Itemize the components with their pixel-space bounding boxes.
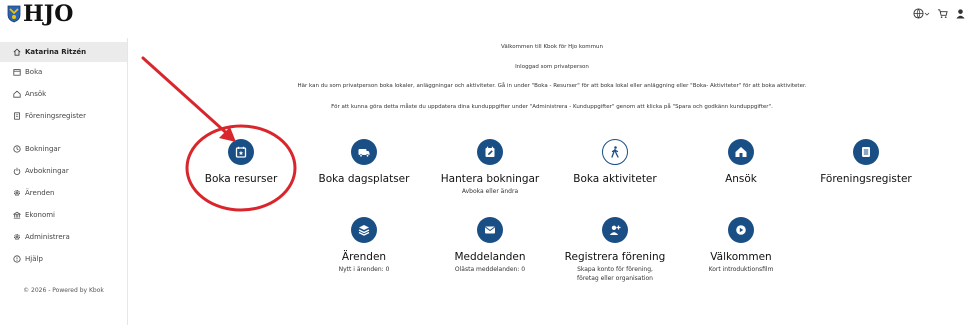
sidebar-item-foreningsregister[interactable]: Föreningsregister — [0, 106, 127, 126]
login-status: Inloggad som privatperson — [515, 64, 589, 70]
calendar-icon — [13, 69, 21, 76]
sidebar-item-label: Hjälp — [25, 255, 43, 263]
tile-valkommen[interactable]: Välkommen Kort introduktionsfilm — [666, 217, 816, 274]
annotation-arrow — [141, 56, 234, 140]
book-icon — [14, 112, 20, 120]
add-user-icon — [602, 217, 628, 243]
footer-copyright: © 2026 - Powered by Kbok — [23, 287, 104, 294]
tile-foreningsregister[interactable]: Föreningsregister — [791, 139, 941, 185]
sidebar-item-hjalp[interactable]: Hjälp — [0, 249, 127, 269]
house-icon — [728, 139, 754, 165]
brand-name: HJO — [23, 1, 74, 27]
tile-label: Välkommen — [710, 251, 772, 263]
chevron-down-icon — [924, 12, 930, 16]
sidebar-item-label: Boka — [25, 68, 43, 76]
cart-icon — [937, 9, 948, 18]
settings-icon — [14, 234, 20, 240]
envelope-icon — [477, 217, 503, 243]
sidebar-item-label: Ansök — [25, 90, 47, 98]
layers-icon — [351, 217, 377, 243]
language-button[interactable] — [913, 8, 930, 19]
person-walking-icon — [602, 139, 628, 165]
instruction-text: För att kunna göra detta måste du uppdat… — [331, 104, 773, 110]
sidebar-item-profile[interactable]: Katarina Ritzén — [0, 42, 127, 62]
intro-text: Här kan du som privatperson boka lokaler… — [297, 83, 807, 89]
house-icon — [13, 90, 21, 98]
tile-subtext: Avboka eller ändra — [461, 188, 519, 195]
sidebar-item-label: Administrera — [25, 233, 70, 241]
bank-icon — [13, 211, 21, 219]
coat-of-arms-icon — [7, 5, 21, 23]
cart-button[interactable] — [937, 8, 948, 19]
tile-subtext: Kort introduktionsfilm — [708, 266, 774, 273]
brand-logo[interactable]: HJO — [7, 1, 74, 27]
sidebar-item-avbokningar[interactable]: Avbokningar — [0, 161, 127, 181]
user-menu-button[interactable] — [955, 8, 966, 19]
tile-label: Föreningsregister — [820, 173, 912, 185]
vehicle-icon — [351, 139, 377, 165]
help-icon — [13, 255, 21, 263]
gear-icon — [14, 190, 20, 196]
welcome-heading: Välkommen till Kbok för Hjo kommun — [501, 44, 603, 50]
sidebar-item-ansok[interactable]: Ansök — [0, 84, 127, 104]
clock-icon — [13, 145, 21, 153]
user-icon — [956, 9, 965, 19]
sidebar-item-ekonomi[interactable]: Ekonomi — [0, 205, 127, 225]
sidebar-item-label: Avbokningar — [25, 167, 69, 175]
sidebar: Katarina Ritzén Boka Ansök Föreningsregi… — [0, 38, 128, 325]
sidebar-item-label: Ärenden — [25, 189, 55, 197]
tile-subtext-2: företag eller organisation — [577, 275, 653, 282]
power-icon — [13, 167, 21, 175]
sidebar-item-label: Föreningsregister — [25, 112, 86, 120]
sidebar-item-label: Bokningar — [25, 145, 61, 153]
calendar-edit-icon — [477, 139, 503, 165]
sidebar-item-administrera[interactable]: Administrera — [0, 227, 127, 247]
calendar-star-icon — [228, 139, 254, 165]
register-icon — [853, 139, 879, 165]
sidebar-item-boka[interactable]: Boka — [0, 62, 127, 82]
globe-icon — [913, 8, 924, 19]
play-icon — [728, 217, 754, 243]
home-icon — [13, 48, 21, 56]
sidebar-item-label: Ekonomi — [25, 211, 55, 219]
sidebar-item-arenden[interactable]: Ärenden — [0, 183, 127, 203]
top-bar: HJO — [0, 0, 974, 30]
sidebar-item-bokningar[interactable]: Bokningar — [0, 139, 127, 159]
sidebar-item-label: Katarina Ritzén — [25, 48, 87, 56]
